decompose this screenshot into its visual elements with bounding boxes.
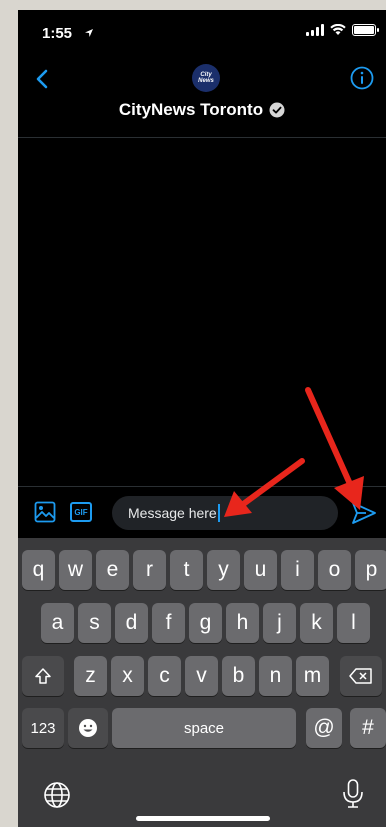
key-w[interactable]: w [59,550,92,590]
key-l[interactable]: l [337,603,370,643]
key-h[interactable]: h [226,603,259,643]
backspace-key[interactable] [340,656,382,696]
message-list [18,138,386,486]
shift-icon [35,668,51,684]
image-icon[interactable] [34,501,56,523]
key-z[interactable]: z [74,656,107,696]
cellular-signal-icon [306,24,324,36]
chevron-left-icon [36,69,48,89]
send-button[interactable] [350,499,378,527]
hash-key[interactable]: # [350,708,386,748]
location-arrow-icon [85,29,93,37]
key-j[interactable]: j [263,603,296,643]
text-caret [217,504,220,522]
avatar[interactable]: City News [192,64,220,92]
status-bar: 1:55 [18,10,386,58]
space-key[interactable]: space [112,708,296,748]
key-i[interactable]: i [281,550,314,590]
key-b[interactable]: b [222,656,255,696]
status-time: 1:55 [42,25,73,42]
key-u[interactable]: u [244,550,277,590]
key-r[interactable]: r [133,550,166,590]
battery-icon [352,24,379,36]
key-f[interactable]: f [152,603,185,643]
key-g[interactable]: g [189,603,222,643]
numbers-key[interactable]: 123 [22,708,64,748]
key-n[interactable]: n [259,656,292,696]
key-t[interactable]: t [170,550,203,590]
keyboard: qwertyuiop asdfghjkl zxcvbnm 123 space @ [18,538,386,827]
message-input-text: Message here [128,505,217,521]
home-indicator [136,816,270,821]
emoji-key[interactable] [68,708,108,748]
globe-icon[interactable] [42,780,72,810]
conversation-title: CityNews Toronto [118,100,264,119]
emoji-icon [79,719,97,737]
backspace-icon [349,668,372,684]
wifi-icon [330,24,346,35]
key-p[interactable]: p [355,550,386,590]
key-o[interactable]: o [318,550,351,590]
key-d[interactable]: d [115,603,148,643]
key-k[interactable]: k [300,603,333,643]
key-s[interactable]: s [78,603,111,643]
key-v[interactable]: v [185,656,218,696]
page-title[interactable]: CityNews Toronto [18,100,386,120]
back-button[interactable] [28,64,56,94]
key-q[interactable]: q [22,550,55,590]
phone-screen: 1:55 City News CityNews Toronto GIF Mess… [18,10,386,827]
key-m[interactable]: m [296,656,329,696]
verified-badge-icon [269,102,285,118]
message-composer: GIF Message here [18,486,386,538]
conversation-header: City News CityNews Toronto [18,58,386,138]
at-key[interactable]: @ [306,708,342,748]
key-c[interactable]: c [148,656,181,696]
status-indicators [306,24,379,36]
info-button[interactable] [350,66,374,90]
key-x[interactable]: x [111,656,144,696]
key-a[interactable]: a [41,603,74,643]
message-input[interactable]: Message here [112,496,338,530]
key-y[interactable]: y [207,550,240,590]
microphone-icon[interactable] [340,778,366,810]
key-e[interactable]: e [96,550,129,590]
gif-icon[interactable]: GIF [70,502,92,522]
shift-key[interactable] [22,656,64,696]
